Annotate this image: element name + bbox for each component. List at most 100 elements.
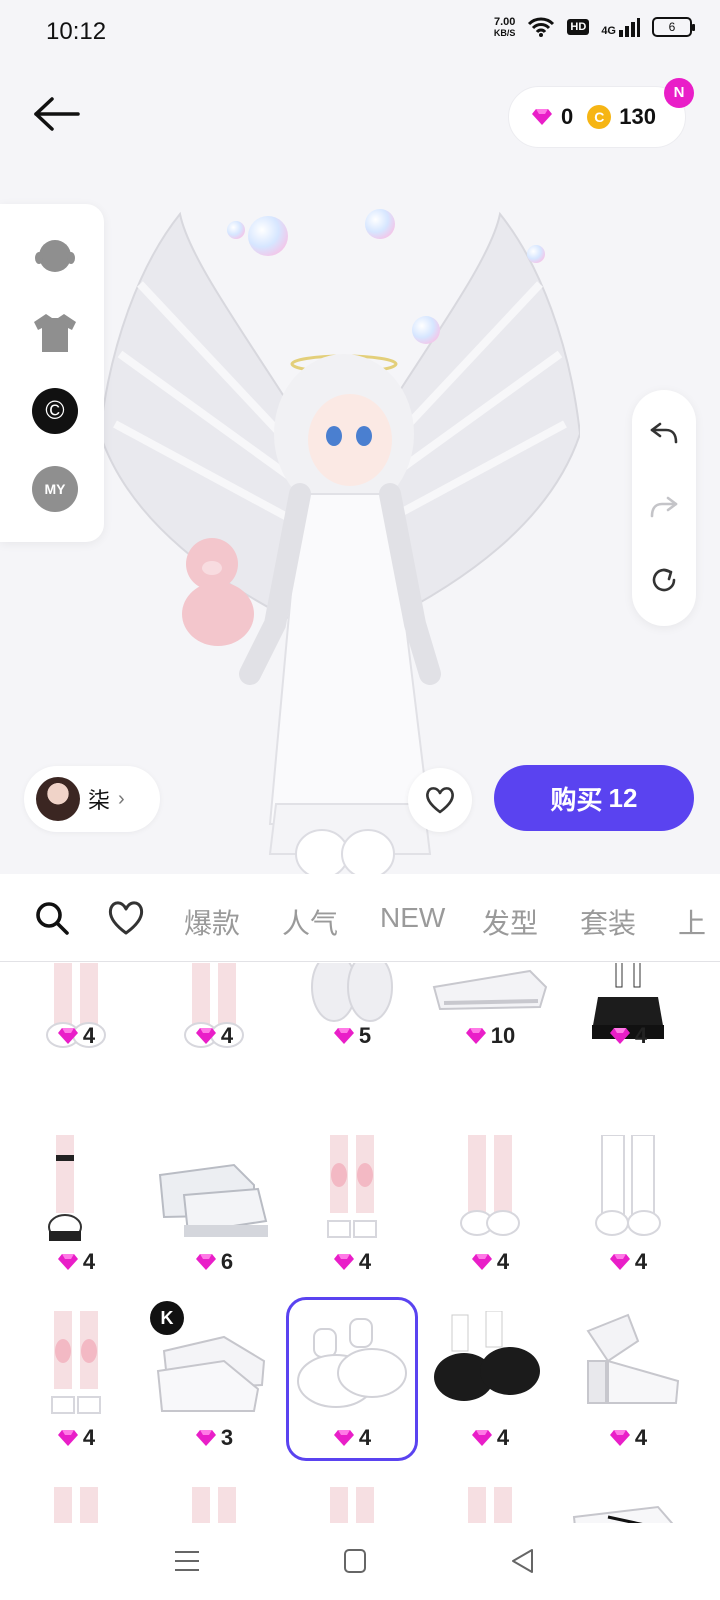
shop-item-card[interactable]: 6 bbox=[146, 1125, 282, 1295]
shop-item-card[interactable]: 4 bbox=[8, 963, 144, 1117]
legs-white-shoes-thumbnail bbox=[460, 1135, 520, 1236]
home-icon[interactable] bbox=[340, 1546, 370, 1576]
profile-chip[interactable]: 柒 › bbox=[24, 766, 160, 832]
search-icon[interactable] bbox=[32, 898, 72, 938]
gem-icon bbox=[57, 1028, 78, 1044]
gem-icon bbox=[609, 1028, 630, 1044]
favorite-button[interactable] bbox=[408, 768, 472, 832]
wifi-icon bbox=[528, 17, 555, 37]
shop-item-card[interactable]: 4 bbox=[560, 963, 696, 1117]
gem-icon bbox=[195, 1028, 216, 1044]
category-tab-bar: 爆款 人气 NEW 发型 套装 上 bbox=[0, 874, 720, 962]
shop-item-card[interactable]: 5 bbox=[284, 963, 420, 1117]
tab-hot[interactable]: 爆款 bbox=[184, 902, 240, 942]
shop-item-card[interactable]: 4 bbox=[284, 1297, 420, 1471]
shop-item-card[interactable] bbox=[422, 1477, 558, 1523]
avatar-stage: 0 C 130 N © MY 柒 › 购买 12 bbox=[0, 64, 720, 874]
gem-icon bbox=[57, 1254, 78, 1270]
item-price: 6 bbox=[146, 1249, 282, 1275]
heart-icon bbox=[426, 787, 454, 814]
item-price-value: 6 bbox=[220, 1249, 234, 1274]
shop-item-card[interactable] bbox=[146, 1477, 282, 1523]
net-speed-unit: KB/S bbox=[493, 28, 516, 38]
shop-item-card[interactable] bbox=[560, 1477, 696, 1523]
item-price: 5 bbox=[284, 1023, 420, 1049]
gem-icon bbox=[195, 1254, 216, 1270]
currency-balance[interactable]: 0 C 130 bbox=[508, 86, 686, 148]
tab-popular[interactable]: 人气 bbox=[282, 902, 338, 942]
gem-icon bbox=[609, 1430, 630, 1446]
reset-icon[interactable] bbox=[648, 564, 680, 596]
battery-icon: 6 bbox=[652, 17, 695, 37]
my-items-icon[interactable]: MY bbox=[32, 466, 78, 512]
buy-button[interactable]: 购买 12 bbox=[494, 765, 694, 831]
item-price-value: 3 bbox=[220, 1425, 234, 1450]
gem-icon bbox=[532, 109, 552, 125]
legs-thumbnail bbox=[330, 1487, 374, 1523]
gem-icon bbox=[333, 1254, 354, 1270]
tab-tops[interactable]: 上 bbox=[678, 902, 706, 942]
legs-pink-thumbnail bbox=[51, 1311, 101, 1414]
gem-icon bbox=[333, 1028, 354, 1044]
item-price: 4 bbox=[422, 1249, 558, 1275]
shop-item-card[interactable]: 4 bbox=[422, 1125, 558, 1295]
black-mary-janes-thumbnail bbox=[434, 1311, 540, 1401]
item-price-value: 4 bbox=[358, 1249, 372, 1274]
status-icons: 7.00 KB/S HD 4G 6 bbox=[493, 16, 695, 38]
tab-outfit-set[interactable]: 套装 bbox=[580, 902, 636, 942]
item-price: 10 bbox=[422, 1023, 558, 1049]
back-icon[interactable] bbox=[508, 1546, 538, 1576]
shop-item-card[interactable]: 4 bbox=[8, 1125, 144, 1295]
item-price-value: 4 bbox=[496, 1249, 510, 1274]
new-notification-badge[interactable]: N bbox=[664, 78, 694, 108]
shop-item-card[interactable]: 4 bbox=[560, 1301, 696, 1471]
item-price: 4 bbox=[8, 1249, 144, 1275]
item-price-value: 5 bbox=[358, 1023, 372, 1048]
shop-item-card[interactable] bbox=[8, 1477, 144, 1523]
gem-icon bbox=[57, 1430, 78, 1446]
item-price-value: 4 bbox=[634, 1249, 648, 1274]
menu-icon[interactable] bbox=[172, 1546, 202, 1576]
hd-badge: HD bbox=[567, 19, 590, 35]
gem-balance: 0 bbox=[561, 104, 574, 129]
chevron-right-icon: › bbox=[118, 787, 125, 810]
shirt-icon[interactable] bbox=[32, 310, 78, 356]
item-price: 3 bbox=[146, 1425, 282, 1451]
white-heels-thumbnail bbox=[586, 1313, 680, 1404]
item-price-value: 4 bbox=[82, 1023, 96, 1048]
item-price-value: 4 bbox=[634, 1425, 648, 1450]
white-velcro-shoes-thumbnail bbox=[297, 1318, 407, 1408]
head-icon[interactable] bbox=[32, 234, 78, 280]
shop-item-card[interactable]: 4 bbox=[560, 1125, 696, 1295]
undo-icon[interactable] bbox=[648, 416, 680, 448]
tab-new[interactable]: NEW bbox=[380, 902, 445, 934]
profile-name: 柒 bbox=[88, 788, 111, 813]
legs-thumbnail bbox=[192, 1487, 236, 1523]
legs-thumbnail bbox=[54, 1487, 98, 1523]
item-price: 4 bbox=[284, 1249, 420, 1275]
back-arrow-icon[interactable] bbox=[30, 94, 82, 134]
system-nav-bar bbox=[0, 1524, 720, 1600]
item-price: 4 bbox=[8, 1023, 144, 1049]
shop-item-card[interactable]: 4 bbox=[422, 1301, 558, 1471]
item-price: 4 bbox=[422, 1425, 558, 1451]
shop-item-card[interactable]: 10 bbox=[422, 963, 558, 1117]
copyright-category-icon[interactable]: © bbox=[32, 388, 78, 434]
shop-item-card[interactable]: K3 bbox=[146, 1301, 282, 1471]
item-price-value: 4 bbox=[634, 1023, 648, 1048]
tab-hairstyle[interactable]: 发型 bbox=[482, 902, 538, 942]
edit-actions-panel bbox=[632, 390, 696, 626]
shop-item-card[interactable]: 4 bbox=[284, 1125, 420, 1295]
shop-item-card[interactable]: 4 bbox=[8, 1301, 144, 1471]
item-price-value: 4 bbox=[82, 1249, 96, 1274]
shop-item-card[interactable] bbox=[284, 1477, 420, 1523]
redo-icon[interactable] bbox=[648, 490, 680, 522]
heart-tab-icon[interactable] bbox=[106, 898, 146, 938]
white-tall-boots-thumbnail bbox=[595, 1135, 661, 1236]
item-price: 4 bbox=[560, 1023, 696, 1049]
shop-item-card[interactable]: 4 bbox=[146, 963, 282, 1117]
item-grid: 4 4 5 10 4 4 6 4 4 4 4 K 3 4 4 4 bbox=[0, 963, 720, 1523]
chunky-loafers-thumbnail bbox=[158, 1163, 268, 1237]
item-price-value: 4 bbox=[220, 1023, 234, 1048]
buy-count: 12 bbox=[608, 782, 638, 813]
